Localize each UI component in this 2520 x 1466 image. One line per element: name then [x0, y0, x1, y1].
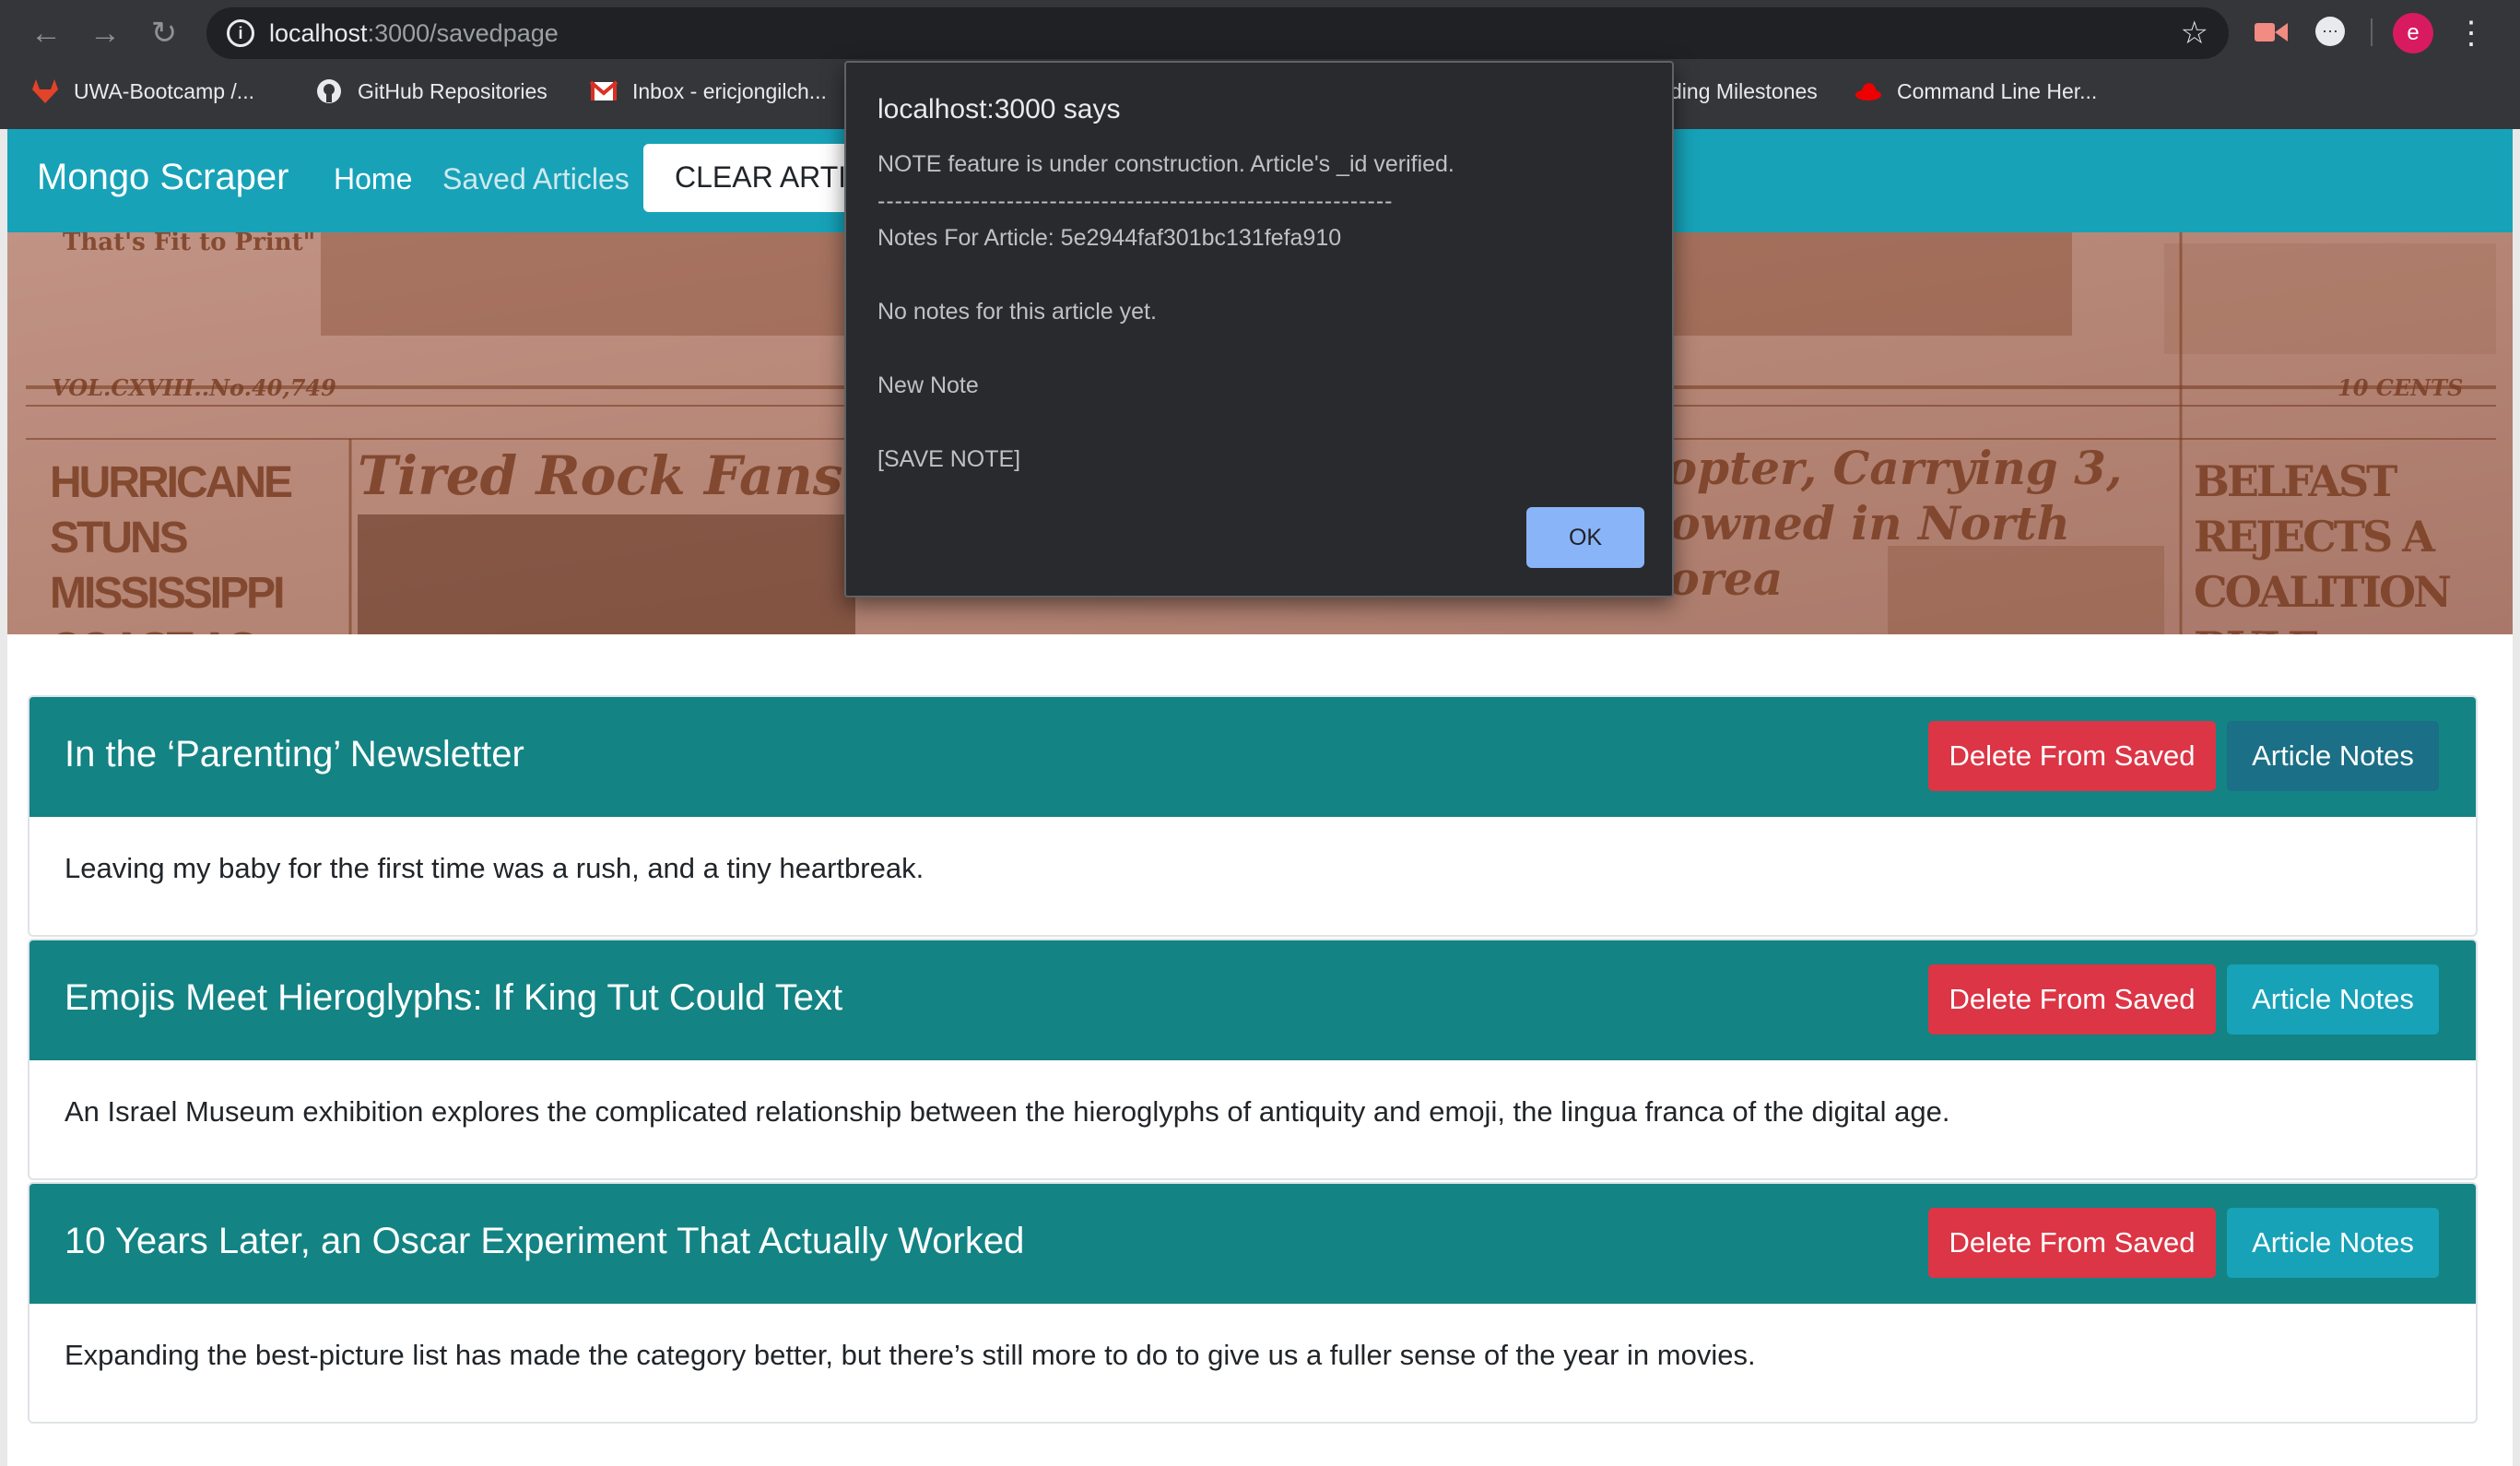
delete-from-saved-button[interactable]: Delete From Saved: [1928, 964, 2216, 1034]
dialog-title: localhost:3000 says: [877, 94, 1121, 124]
dialog-save-note: [SAVE NOTE]: [877, 446, 1021, 472]
bookmark-label: GitHub Repositories: [358, 78, 548, 103]
profile-avatar[interactable]: e: [2393, 13, 2433, 53]
dialog-new-note: New Note: [877, 372, 979, 398]
bookmark-label: ding Milestones: [1670, 78, 1818, 103]
forward-icon[interactable]: →: [81, 9, 129, 57]
masthead-tagline: That's Fit to Print": [63, 232, 316, 256]
back-icon[interactable]: ←: [22, 9, 70, 57]
article-summary: Leaving my baby for the first time was a…: [65, 852, 924, 884]
bookmark-label: Inbox - ericjongilch...: [632, 78, 827, 103]
hero-headline-1: HURRICANE STUNS MISSISSIPPI COAST AS 200…: [50, 458, 293, 634]
bookmark-command-line[interactable]: Command Line Her...: [1855, 76, 2097, 107]
clear-articles-button[interactable]: CLEAR ARTICLES: [643, 144, 865, 212]
dialog-article-id: Notes For Article: 5e2944faf301bc131fefa…: [877, 225, 1342, 251]
hero-price: 10 CENTS: [2337, 374, 2464, 401]
article-card: 10 Years Later, an Oscar Experiment That…: [28, 1182, 2478, 1424]
reload-icon[interactable]: ↻: [140, 9, 188, 57]
browser-menu-icon[interactable]: ⋮: [2455, 13, 2487, 53]
brand-logo[interactable]: Mongo Scraper: [37, 157, 289, 198]
url-path: :3000/savedpage: [367, 19, 559, 47]
delete-from-saved-button[interactable]: Delete From Saved: [1928, 1208, 2216, 1278]
article-title[interactable]: 10 Years Later, an Oscar Experiment That…: [65, 1221, 1024, 1262]
bookmark-label: Command Line Her...: [1897, 78, 2098, 103]
article-title[interactable]: In the ‘Parenting’ Newsletter: [65, 734, 524, 775]
hero-headline-3: Copter, Carrying 3, Downed in North Kore…: [1630, 441, 2123, 606]
alert-dialog: localhost:3000 says NOTE feature is unde…: [844, 61, 1674, 597]
article-card-header: In the ‘Parenting’ Newsletter Delete Fro…: [29, 697, 2476, 817]
article-summary: An Israel Museum exhibition explores the…: [65, 1095, 1950, 1128]
bookmark-label: UWA-Bootcamp /...: [74, 78, 254, 103]
article-notes-button[interactable]: Article Notes: [2227, 964, 2439, 1034]
gmail-icon: [590, 77, 618, 105]
site-info-icon[interactable]: i: [227, 19, 254, 47]
dialog-no-notes: No notes for this article yet.: [877, 299, 1157, 325]
article-card: In the ‘Parenting’ Newsletter Delete Fro…: [28, 695, 2478, 937]
url-text[interactable]: localhost:3000/savedpage: [269, 19, 559, 48]
bookmark-github-repositories[interactable]: GitHub Repositories: [315, 76, 548, 107]
extension-video-icon[interactable]: [2253, 17, 2290, 48]
hero-volume: VOL.CXVIII..No.40,749: [52, 374, 336, 401]
article-title[interactable]: Emojis Meet Hieroglyphs: If King Tut Cou…: [65, 977, 842, 1019]
article-card-header: 10 Years Later, an Oscar Experiment That…: [29, 1184, 2476, 1304]
article-card: Emojis Meet Hieroglyphs: If King Tut Cou…: [28, 939, 2478, 1180]
hero-headline-4: BELFAST REJECTS A COALITION RULE; CRITIC…: [2194, 456, 2452, 634]
article-notes-button[interactable]: Article Notes: [2227, 721, 2439, 791]
gitlab-icon: [31, 77, 59, 105]
bookmark-milestones[interactable]: ding Milestones: [1670, 76, 1818, 107]
dialog-divider: ----------------------------------------…: [877, 188, 1394, 214]
dialog-ok-button[interactable]: OK: [1526, 507, 1644, 568]
redhat-icon: [1855, 77, 1882, 105]
bookmark-inbox[interactable]: Inbox - ericjongilch...: [590, 76, 827, 107]
nav-home-link[interactable]: Home: [334, 162, 412, 196]
dialog-message-line: NOTE feature is under construction. Arti…: [877, 151, 1454, 177]
url-host: localhost: [269, 19, 368, 47]
address-bar[interactable]: i localhost:3000/savedpage ☆: [206, 7, 2229, 59]
nav-saved-articles-link[interactable]: Saved Articles: [442, 162, 630, 196]
browser-toolbar: ← → ↻ i localhost:3000/savedpage ☆ ⋯ e ⋮: [0, 0, 2520, 66]
extension-icon[interactable]: ⋯: [2315, 17, 2345, 46]
toolbar-divider: [2371, 18, 2373, 46]
delete-from-saved-button[interactable]: Delete From Saved: [1928, 721, 2216, 791]
article-card-header: Emojis Meet Hieroglyphs: If King Tut Cou…: [29, 940, 2476, 1060]
article-summary: Expanding the best-picture list has made…: [65, 1339, 1756, 1371]
bookmark-uwa-bootcamp[interactable]: UWA-Bootcamp /...: [31, 76, 254, 107]
article-notes-button[interactable]: Article Notes: [2227, 1208, 2439, 1278]
hero-headline-2: Tired Rock Fans: [358, 444, 843, 507]
bookmark-star-icon[interactable]: ☆: [2181, 15, 2208, 52]
github-icon: [315, 77, 343, 105]
